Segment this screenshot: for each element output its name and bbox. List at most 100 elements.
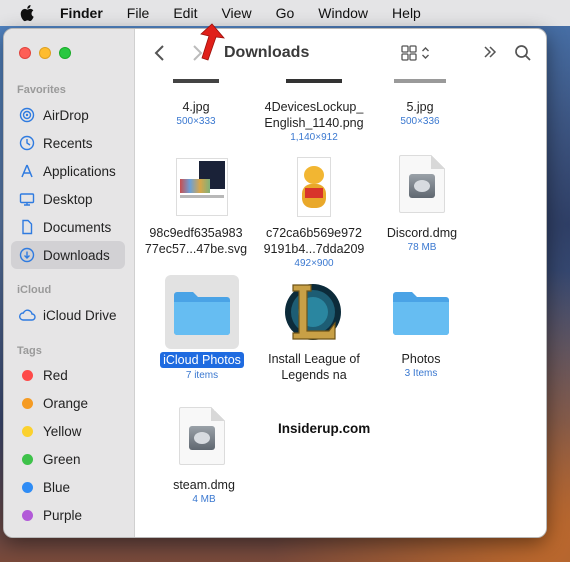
sidebar-item-desktop[interactable]: Desktop: [11, 185, 125, 213]
view-options-button[interactable]: [401, 45, 430, 61]
clock-icon: [17, 135, 37, 151]
file-name: iCloud Photos: [160, 352, 244, 368]
file-thumbnail[interactable]: [394, 79, 446, 83]
sidebar-tag-green[interactable]: Green: [11, 445, 125, 473]
airdrop-icon: [17, 107, 37, 123]
menu-edit[interactable]: Edit: [173, 5, 197, 21]
file-thumbnail[interactable]: [286, 79, 342, 83]
folder-icon[interactable]: [172, 287, 232, 342]
apple-menu-icon[interactable]: [20, 4, 38, 22]
sidebar-item-applications[interactable]: Applications: [11, 157, 125, 185]
sidebar-item-label: AirDrop: [43, 107, 89, 123]
cloud-icon: [17, 308, 37, 322]
file-item[interactable]: Photos 3 Items: [361, 351, 481, 380]
sidebar: Favorites AirDrop Recents Applications D…: [4, 29, 135, 537]
menu-file[interactable]: File: [127, 5, 150, 21]
sidebar-item-label: Yellow: [43, 423, 82, 439]
sidebar-item-airdrop[interactable]: AirDrop: [11, 101, 125, 129]
sidebar-item-label: Blue: [43, 479, 71, 495]
file-item[interactable]: Discord.dmg 78 MB: [362, 225, 482, 254]
more-toolbar-button[interactable]: [483, 45, 497, 64]
file-name: Photos: [401, 352, 441, 366]
tags-header: Tags: [17, 345, 42, 357]
file-item[interactable]: 98c9edf635a983 77ec57...47be.svg: [136, 225, 256, 257]
applications-icon: [17, 163, 37, 179]
file-meta: 492×900: [294, 258, 334, 269]
chevron-updown-icon: [422, 47, 429, 59]
sidebar-item-label: Orange: [43, 395, 89, 411]
watermark-text: Insiderup.com: [278, 421, 371, 436]
file-meta: 4 MB: [192, 494, 216, 505]
file-meta: 500×333: [176, 116, 216, 127]
sidebar-item-downloads[interactable]: Downloads: [11, 241, 125, 269]
sidebar-tag-red[interactable]: Red: [11, 361, 125, 389]
grid-view-icon: [401, 45, 417, 61]
dmg-file-icon[interactable]: [179, 407, 225, 465]
tag-dot-icon: [21, 509, 33, 521]
download-icon: [17, 247, 37, 263]
menu-go[interactable]: Go: [276, 5, 295, 21]
file-name: 4DevicesLockup_ English_1140.png: [264, 100, 364, 130]
file-meta: 1,140×912: [290, 132, 338, 143]
file-item[interactable]: Install League of Legends na: [254, 351, 374, 383]
sidebar-tag-blue[interactable]: Blue: [11, 473, 125, 501]
sidebar-tag-yellow[interactable]: Yellow: [11, 417, 125, 445]
tag-dot-icon: [21, 481, 33, 493]
file-item[interactable]: c72ca6b569e972 9191b4...7dda209 492×900: [254, 225, 374, 270]
sidebar-item-recents[interactable]: Recents: [11, 129, 125, 157]
file-meta: 500×336: [400, 116, 440, 127]
menu-help[interactable]: Help: [392, 5, 421, 21]
file-item[interactable]: 5.jpg 500×336: [360, 99, 480, 128]
file-thumbnail[interactable]: [173, 79, 219, 83]
sidebar-item-label: Purple: [43, 507, 83, 523]
folder-icon[interactable]: [391, 287, 451, 342]
search-icon: [515, 45, 531, 61]
sidebar-item-label: Downloads: [43, 247, 110, 263]
sidebar-item-label: Documents: [43, 219, 112, 235]
sidebar-item-label: iCloud Drive: [43, 307, 117, 323]
zoom-window-button[interactable]: [59, 47, 71, 59]
document-icon: [17, 219, 37, 235]
file-name: 4.jpg: [182, 100, 210, 114]
icloud-header: iCloud: [17, 284, 52, 296]
search-button[interactable]: [514, 44, 532, 67]
file-item[interactable]: steam.dmg 4 MB: [144, 477, 264, 506]
menu-window[interactable]: Window: [318, 5, 368, 21]
sidebar-item-icloud-drive[interactable]: iCloud Drive: [11, 301, 125, 329]
file-meta: 78 MB: [407, 242, 437, 253]
back-button[interactable]: [154, 44, 166, 67]
file-name: Discord.dmg: [386, 226, 458, 240]
file-name: 5.jpg: [406, 100, 434, 114]
sidebar-item-label: Recents: [43, 135, 93, 151]
image-thumbnail[interactable]: [297, 157, 331, 217]
file-name: steam.dmg: [173, 478, 235, 492]
file-item-selected[interactable]: iCloud Photos 7 items: [142, 351, 262, 382]
tag-dot-icon: [21, 425, 33, 437]
chevron-double-right-icon: [484, 46, 497, 58]
sidebar-tag-purple[interactable]: Purple: [11, 501, 125, 529]
minimize-window-button[interactable]: [39, 47, 51, 59]
file-name: Install League of Legends na: [268, 352, 360, 382]
svg-thumbnail[interactable]: [176, 158, 228, 216]
sidebar-item-label: Red: [43, 367, 68, 383]
menu-view[interactable]: View: [221, 5, 251, 21]
dmg-file-icon[interactable]: [399, 155, 445, 213]
menu-bar: Finder File Edit View Go Window Help: [0, 0, 570, 26]
file-item[interactable]: 4.jpg 500×333: [136, 99, 256, 128]
favorites-header: Favorites: [17, 84, 66, 96]
league-of-legends-icon[interactable]: [281, 279, 345, 350]
finder-window: Favorites AirDrop Recents Applications D…: [3, 28, 547, 538]
window-controls: [19, 47, 71, 59]
sidebar-item-label: Green: [43, 451, 81, 467]
sidebar-item-documents[interactable]: Documents: [11, 213, 125, 241]
tag-dot-icon: [21, 369, 33, 381]
file-meta: 3 Items: [404, 368, 438, 379]
close-window-button[interactable]: [19, 47, 31, 59]
file-name: c72ca6b569e972 9191b4...7dda209: [263, 226, 365, 256]
menu-finder[interactable]: Finder: [60, 5, 103, 21]
file-name: 98c9edf635a983 77ec57...47be.svg: [144, 226, 248, 256]
file-item[interactable]: 4DevicesLockup_ English_1140.png 1,140×9…: [254, 99, 374, 144]
window-title: Downloads: [224, 44, 310, 61]
sidebar-tag-orange[interactable]: Orange: [11, 389, 125, 417]
file-grid: 4.jpg 500×333 4DevicesLockup_ English_11…: [136, 79, 546, 537]
